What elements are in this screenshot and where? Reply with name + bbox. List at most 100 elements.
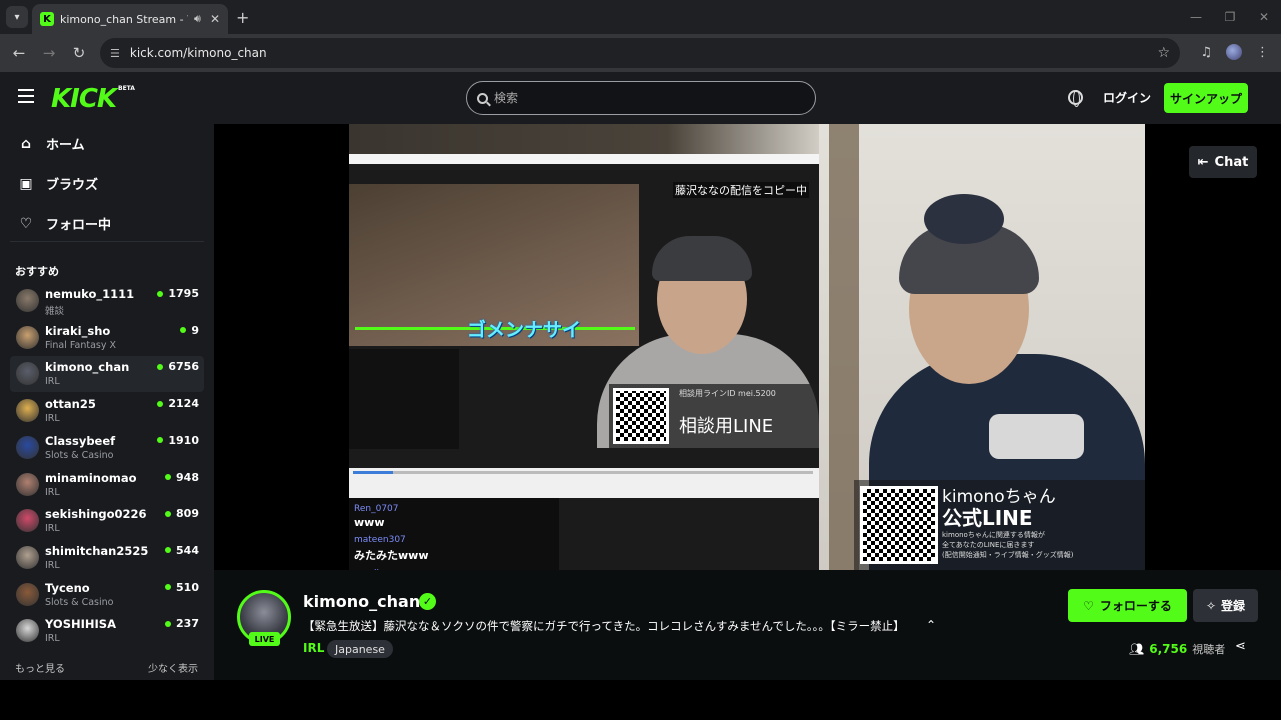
- sidebar-channel[interactable]: sekishingo0226 IRL 809: [10, 503, 204, 539]
- maximize-icon[interactable]: ❐: [1213, 0, 1247, 34]
- avatar: [16, 472, 39, 496]
- person-hat: [924, 194, 1004, 244]
- tab-search-icon[interactable]: ▾: [6, 6, 28, 28]
- stream-info: LIVE kimono_chan ✓ 【緊急生放送】藤沢なな＆ソクソの件で警察に…: [214, 570, 1281, 680]
- follow-button[interactable]: ♡ フォローする: [1068, 589, 1187, 622]
- browser-tab[interactable]: K kimono_chan Stream - Watch 🔊︎ ✕: [32, 4, 228, 34]
- chevron-up-icon[interactable]: ⌃: [926, 618, 936, 632]
- channel-name: minaminomao: [45, 470, 137, 485]
- verified-icon: ✓: [419, 593, 436, 610]
- profile-avatar-icon[interactable]: [1226, 44, 1242, 60]
- login-button[interactable]: ログイン: [1103, 89, 1151, 106]
- kick-logo[interactable]: KICK: [51, 84, 117, 114]
- site-header: KICK BETA ログイン サインアップ: [0, 72, 1281, 124]
- channel-name: nemuko_1111: [45, 287, 135, 301]
- official-line-sub: 公式LINE: [942, 506, 1033, 530]
- category-link[interactable]: IRL: [303, 641, 324, 655]
- channel-viewers: 948: [165, 471, 199, 484]
- speaker-icon[interactable]: 🔊︎: [194, 12, 201, 26]
- reload-icon[interactable]: ↻: [64, 44, 94, 62]
- viewer-count: 544: [176, 543, 199, 557]
- channel-viewers: 510: [165, 581, 199, 594]
- person2-hair: [652, 236, 752, 281]
- chat-toggle-button[interactable]: ⇤ Chat: [1189, 146, 1257, 178]
- share-icon[interactable]: ⋖: [1235, 639, 1246, 654]
- hamburger-menu-icon[interactable]: [18, 89, 34, 103]
- live-dot-icon: [180, 327, 187, 334]
- show-less-link[interactable]: 少なく表示: [148, 660, 198, 675]
- avatar: [16, 582, 39, 606]
- sparkle-icon: ✧: [1205, 598, 1217, 613]
- tab-close-icon[interactable]: ✕: [210, 12, 220, 26]
- toolbar-icons: ♫ ⋮: [1200, 44, 1269, 60]
- bookmark-star-icon[interactable]: ☆: [1157, 45, 1170, 61]
- media-control-icon[interactable]: ♫: [1200, 45, 1212, 60]
- subscribe-button[interactable]: ✧ 登録: [1193, 589, 1258, 622]
- language-globe-icon[interactable]: [1068, 90, 1083, 107]
- sidebar-channel[interactable]: shimitchan2525 IRL 544: [10, 540, 204, 576]
- sidebar-channel[interactable]: ottan25 IRL 2124: [10, 393, 204, 429]
- sidebar-item-browse[interactable]: ▣ ブラウズ: [18, 174, 99, 194]
- avatar: [16, 289, 39, 312]
- viewer-count: 9: [191, 323, 199, 337]
- search-bar[interactable]: [466, 81, 816, 115]
- site-info-icon[interactable]: ☰: [110, 47, 120, 60]
- url-text[interactable]: kick.com/kimono_chan: [130, 46, 267, 60]
- video-frame[interactable]: ゴメンナサイ 藤沢ななの配信をコピー中 相談用ラインID mei.5200 相談…: [349, 124, 1145, 570]
- live-dot-icon: [165, 547, 172, 554]
- viewer-label: 視聴者: [1192, 643, 1226, 656]
- window-controls: — ❐ ✕: [1179, 0, 1281, 34]
- sidebar-item-label: ブラウズ: [46, 178, 99, 193]
- sidebar-channel[interactable]: Classybeef Slots & Casino 1910: [10, 430, 204, 466]
- sidebar-channel[interactable]: YOSHIHISA IRL 237: [10, 613, 204, 649]
- official-qr-code: [860, 486, 938, 564]
- channel-category: IRL: [45, 413, 60, 425]
- official-line-panel: kimonoちゃん 公式LINE kimonoちゃんに関連する情報が 全てあなた…: [854, 480, 1145, 570]
- sidebar-channel[interactable]: kiraki_sho Final Fantasy X 9: [10, 320, 204, 356]
- subscribe-label: 登録: [1221, 599, 1246, 613]
- sidebar-channel[interactable]: nemuko_1111 雑談 1795: [10, 283, 204, 319]
- viewers-icon: 👥︎: [1129, 642, 1145, 656]
- live-dot-icon: [165, 620, 172, 627]
- sidebar-channel[interactable]: minaminomao IRL 948: [10, 467, 204, 503]
- show-more-link[interactable]: もっと見る: [15, 660, 65, 675]
- channel-viewers: 6756: [157, 360, 199, 373]
- channel-name: kiraki_sho: [45, 323, 111, 338]
- avatar: [16, 509, 39, 533]
- sidebar-item-home[interactable]: ⌂ ホーム: [18, 134, 85, 154]
- channel-category: IRL: [45, 376, 60, 388]
- channel-category: Slots & Casino: [45, 596, 114, 608]
- channel-name: shimitchan2525: [45, 543, 149, 558]
- sidebar-item-label: ホーム: [46, 138, 85, 153]
- omnibox[interactable]: ☰ kick.com/kimono_chan ☆: [100, 38, 1180, 68]
- tab-title: kimono_chan Stream - Watch: [60, 12, 188, 26]
- browse-icon: ▣: [19, 175, 33, 192]
- search-input[interactable]: [494, 91, 794, 105]
- forward-icon[interactable]: →: [34, 44, 64, 62]
- channel-viewers: 9: [180, 324, 199, 337]
- signup-button[interactable]: サインアップ: [1164, 83, 1248, 113]
- copy-overlay-text: 藤沢ななの配信をコピー中: [673, 182, 809, 198]
- close-window-icon[interactable]: ✕: [1247, 0, 1281, 34]
- minimize-icon[interactable]: —: [1179, 0, 1213, 34]
- channel-viewers: 1910: [157, 434, 199, 447]
- live-dot-icon: [165, 510, 172, 517]
- menu-dots-icon[interactable]: ⋮: [1256, 45, 1269, 60]
- sidebar-item-following[interactable]: ♡ フォロー中: [18, 214, 111, 234]
- new-tab-icon[interactable]: +: [236, 8, 249, 27]
- back-icon[interactable]: ←: [4, 44, 34, 62]
- channel-name: sekishingo0226: [45, 507, 147, 522]
- sidebar-channel[interactable]: kimono_chan IRL 6756: [10, 356, 204, 393]
- channel-category: Slots & Casino: [45, 449, 114, 461]
- viewer-count: 237: [176, 617, 199, 631]
- live-dot-icon: [157, 363, 164, 370]
- streamer-name[interactable]: kimono_chan: [303, 592, 420, 611]
- live-dot-icon: [157, 400, 164, 407]
- avatar: [16, 545, 39, 569]
- follow-label: フォローする: [1099, 599, 1172, 613]
- recommended-heading: おすすめ: [15, 265, 59, 278]
- language-tag[interactable]: Japanese: [327, 640, 393, 658]
- consult-line-panel: 相談用ラインID mei.5200 相談用LINE: [609, 384, 819, 448]
- sidebar-channel[interactable]: Tyceno Slots & Casino 510: [10, 577, 204, 613]
- avatar: [16, 619, 39, 643]
